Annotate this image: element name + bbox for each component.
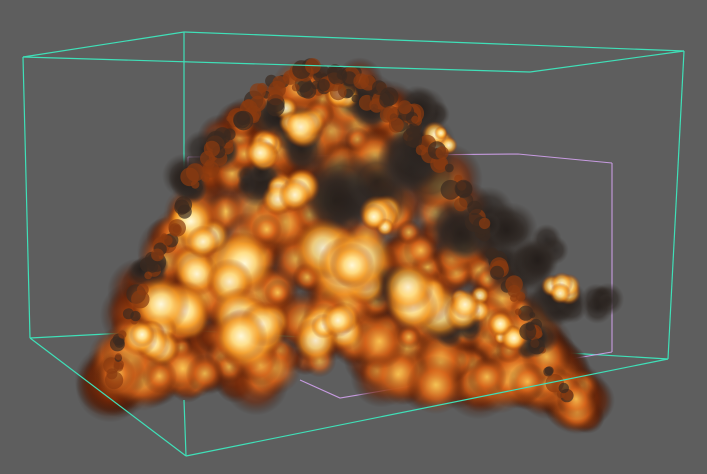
- 3d-viewport[interactable]: [0, 0, 707, 474]
- outer-front-vertical-edge: [183, 399, 187, 457]
- outer-front-left-edge: [22, 56, 31, 339]
- outer-front-top-edge: [22, 31, 185, 58]
- outer-right-edge: [667, 50, 685, 360]
- viewport-scene: [22, 31, 685, 457]
- outer-back-top-edge: [183, 31, 685, 52]
- explosion-fireball: [74, 57, 625, 435]
